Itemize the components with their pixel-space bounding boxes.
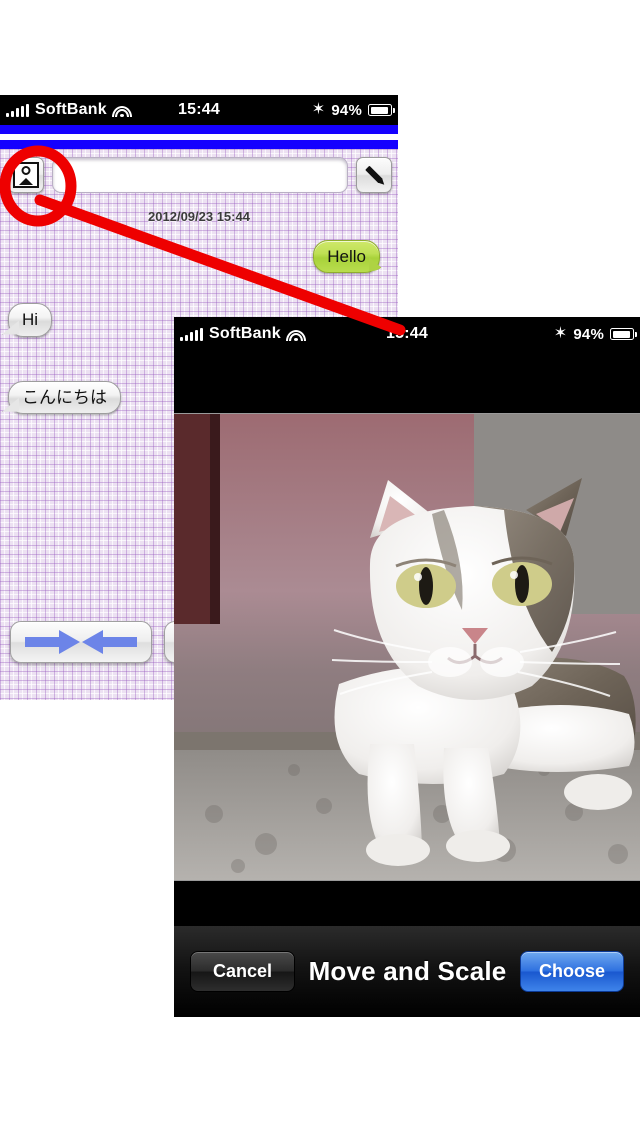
status-bar-picker: SoftBank 15:44 ✶ 94% [174,317,640,351]
message-row-outgoing: Hello [0,240,398,274]
move-and-scale-toolbar: Cancel Move and Scale Choose [174,926,640,1017]
message-bubble[interactable]: こんにちは [8,380,121,414]
cat-photo[interactable] [174,413,640,881]
battery-icon [610,328,637,340]
pencil-icon [363,164,385,186]
battery-percent: 94% [331,101,362,119]
message-input[interactable] [52,157,348,193]
cat-photo-image [174,414,640,880]
date-stamp: 2012/09/23 15:44 [148,209,250,224]
message-bubble[interactable]: Hi [8,303,53,337]
flower-picture-icon [13,162,39,188]
compose-toolbar [0,149,398,199]
bluetooth-icon: ✶ [311,101,326,118]
message-bubble[interactable]: Hello [313,240,380,274]
arrow-pair-button[interactable] [10,621,152,663]
status-right-group: ✶ 94% [554,326,640,343]
battery-icon [368,104,395,116]
image-picker-button[interactable] [8,157,44,193]
blue-bar-top [0,125,398,134]
battery-percent: 94% [573,325,604,343]
choose-button[interactable]: Choose [519,951,624,992]
picker-title: Move and Scale [308,956,507,986]
status-right-group: ✶ 94% [312,102,398,119]
double-arrow-icon [25,630,137,654]
bluetooth-icon: ✶ [553,325,568,342]
cancel-button[interactable]: Cancel [190,951,296,992]
photo-area[interactable] [174,351,640,897]
status-bar-chat: SoftBank 15:44 ✶ 94% [0,95,398,125]
blue-bar-bottom [0,140,398,149]
move-and-scale-screen: SoftBank 15:44 ✶ 94% Cancel Move and Sca… [174,317,640,1017]
draw-button[interactable] [356,157,392,193]
